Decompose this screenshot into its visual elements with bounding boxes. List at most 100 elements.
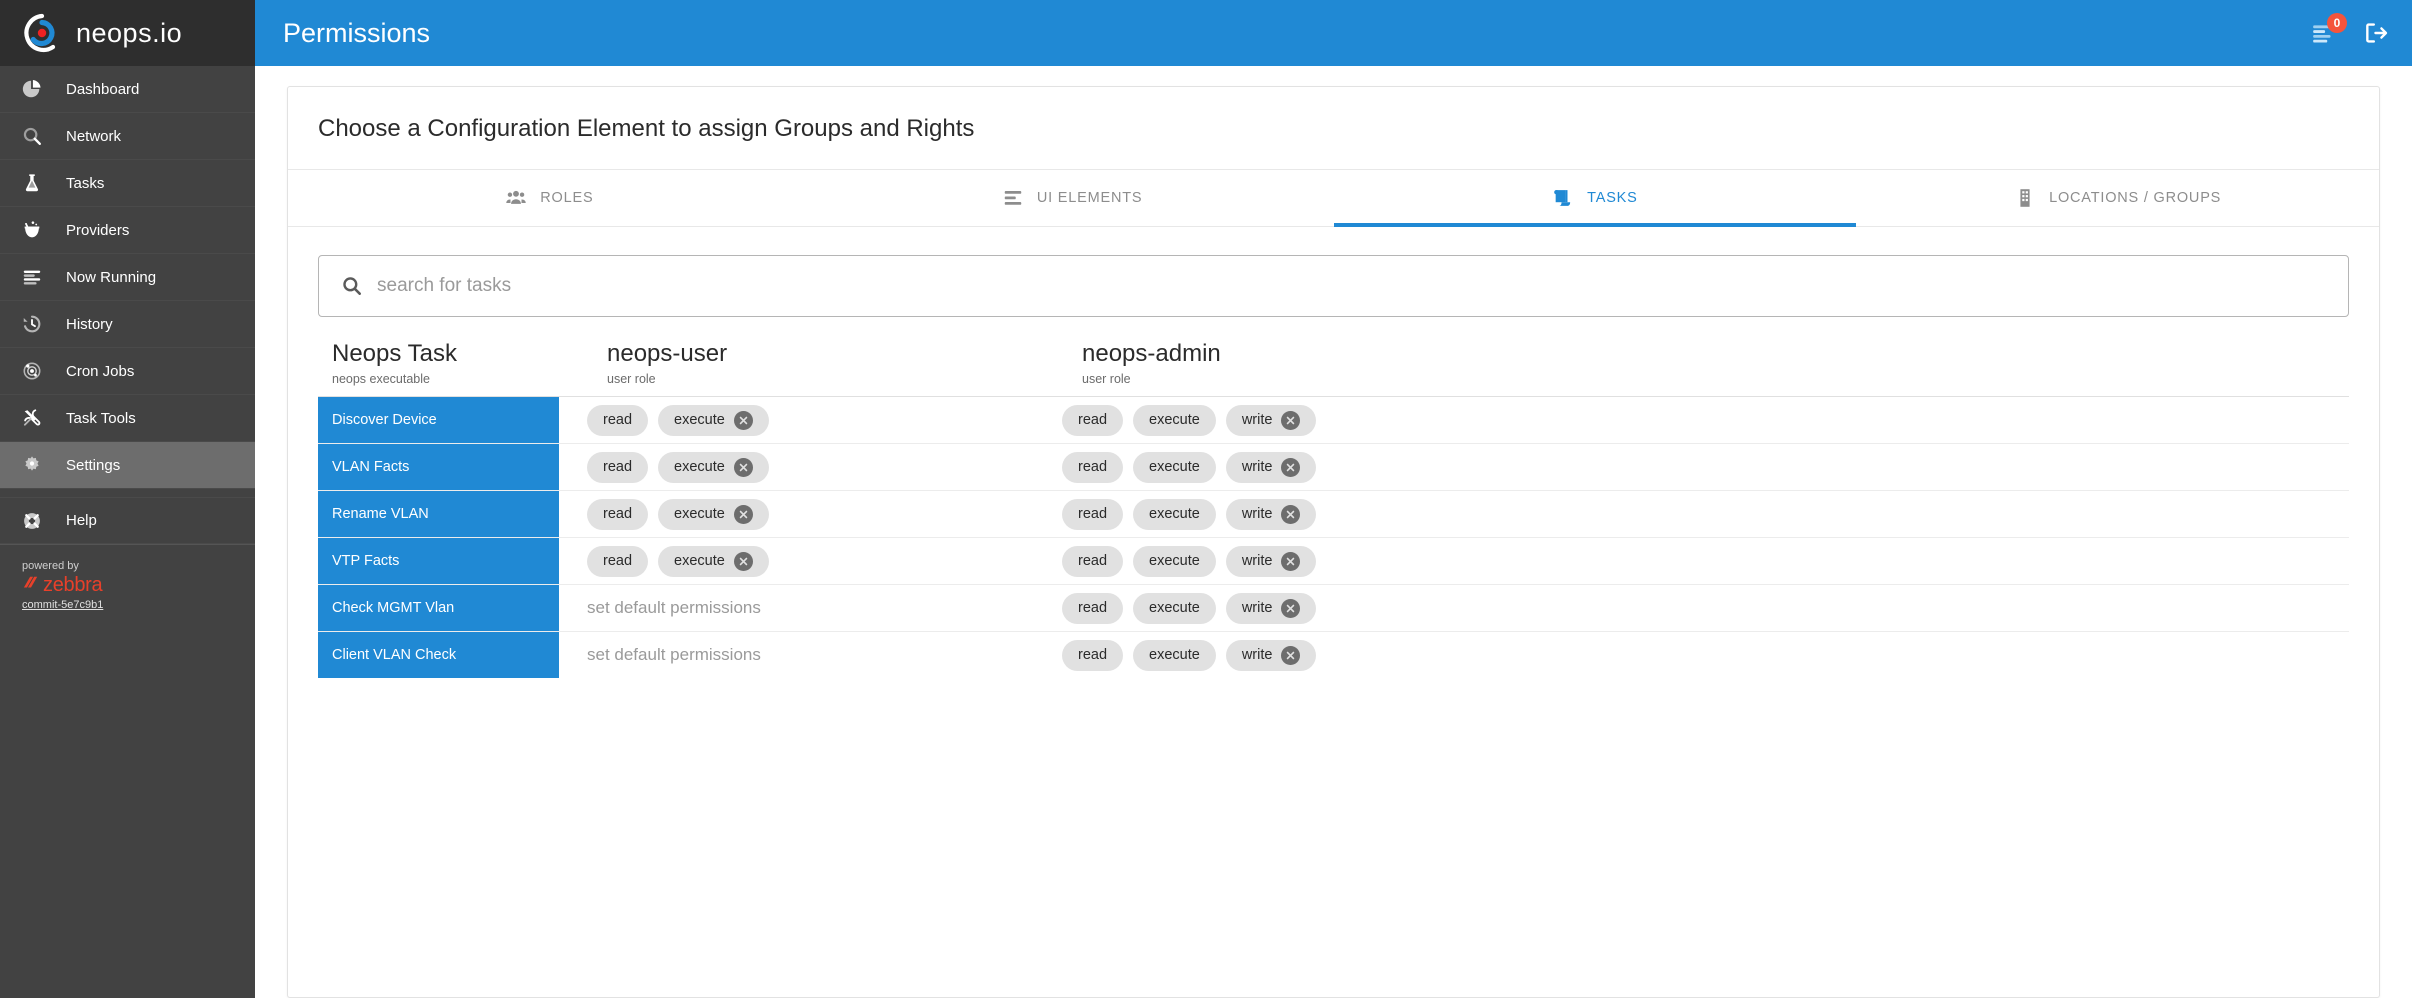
- table-row[interactable]: VTP Facts read execute read execute write: [318, 537, 2349, 584]
- permission-pill[interactable]: read: [1062, 592, 1124, 624]
- logout-icon[interactable]: [2362, 19, 2390, 47]
- powered-by-label: powered by: [22, 560, 79, 572]
- permission-pill[interactable]: execute: [658, 545, 769, 577]
- permission-pill[interactable]: write: [1225, 451, 1317, 483]
- remove-permission-icon[interactable]: [1281, 410, 1301, 430]
- permission-label: read: [1078, 553, 1108, 569]
- sidebar-item-now-running[interactable]: Now Running: [0, 254, 255, 301]
- scroll-icon: [1552, 187, 1574, 209]
- tab-label: ROLES: [540, 190, 594, 206]
- permission-pill[interactable]: read: [587, 545, 649, 577]
- permission-pill[interactable]: execute: [1133, 545, 1216, 577]
- permission-label: execute: [1149, 600, 1200, 616]
- remove-permission-icon[interactable]: [733, 410, 753, 430]
- search-box[interactable]: [318, 255, 2349, 317]
- page-title: Permissions: [283, 17, 431, 48]
- task-name: Discover Device: [332, 412, 437, 428]
- permission-label: read: [1078, 506, 1108, 522]
- commit-link[interactable]: commit-5e7c9b1: [22, 599, 255, 611]
- sidebar-item-cron-jobs[interactable]: Cron Jobs: [0, 348, 255, 395]
- notification-badge: 0: [2327, 13, 2347, 33]
- tab-locations-groups[interactable]: LOCATIONS / GROUPS: [1856, 170, 2379, 226]
- sidebar-item-settings[interactable]: Settings: [0, 442, 255, 489]
- permission-pill[interactable]: write: [1225, 404, 1317, 436]
- gear-icon: [18, 451, 46, 479]
- remove-permission-icon[interactable]: [1281, 457, 1301, 477]
- list-lines-icon: [18, 263, 46, 291]
- task-name-cell[interactable]: VTP Facts: [318, 538, 559, 584]
- tab-label: TASKS: [1587, 190, 1638, 206]
- permission-pill[interactable]: read: [587, 404, 649, 436]
- neops-user-permissions-cell: set default permissions: [559, 632, 1034, 678]
- sidebar-item-network[interactable]: Network: [0, 113, 255, 160]
- search-input[interactable]: [377, 275, 2326, 297]
- search-icon: [18, 122, 46, 150]
- permission-pill[interactable]: read: [1062, 404, 1124, 436]
- sidebar-item-providers[interactable]: Providers: [0, 207, 255, 254]
- permission-label: execute: [674, 459, 725, 475]
- permission-pill[interactable]: write: [1225, 498, 1317, 530]
- remove-permission-icon[interactable]: [1281, 645, 1301, 665]
- sidebar-item-task-tools[interactable]: Task Tools: [0, 395, 255, 442]
- table-row[interactable]: Discover Device read execute read execute wri…: [318, 396, 2349, 443]
- permission-pill[interactable]: execute: [658, 498, 769, 530]
- task-name-cell[interactable]: Discover Device: [318, 397, 559, 443]
- permission-label: read: [1078, 459, 1108, 475]
- sidebar-item-history[interactable]: History: [0, 301, 255, 348]
- column-header-task: Neops Task neops executable: [318, 339, 559, 386]
- table-row[interactable]: VLAN Facts read execute read execute write: [318, 443, 2349, 490]
- sidebar-item-help[interactable]: Help: [0, 497, 255, 544]
- brand-header[interactable]: neops.io: [0, 0, 255, 66]
- column-subtitle: neops executable: [332, 372, 430, 386]
- permission-label: execute: [674, 412, 725, 428]
- task-name-cell[interactable]: Rename VLAN: [318, 491, 559, 537]
- permission-pill[interactable]: write: [1225, 545, 1317, 577]
- permission-label: execute: [674, 553, 725, 569]
- tab-roles[interactable]: ROLES: [288, 170, 811, 226]
- people-group-icon: [505, 187, 527, 209]
- remove-permission-icon[interactable]: [1281, 504, 1301, 524]
- permission-pill[interactable]: execute: [658, 404, 769, 436]
- permission-pill[interactable]: execute: [1133, 498, 1216, 530]
- permission-pill[interactable]: execute: [1133, 639, 1216, 671]
- column-title: Neops Task: [332, 340, 457, 367]
- permissions-card: Choose a Configuration Element to assign…: [287, 86, 2380, 998]
- permission-pill[interactable]: execute: [1133, 404, 1216, 436]
- permission-pill[interactable]: execute: [1133, 451, 1216, 483]
- table-row[interactable]: Client VLAN Check set default permissions…: [318, 631, 2349, 678]
- now-running-list-icon[interactable]: 0: [2310, 13, 2347, 47]
- remove-permission-icon[interactable]: [733, 504, 753, 524]
- permission-pill[interactable]: write: [1225, 592, 1317, 624]
- neops-admin-permissions-cell: read execute write: [1034, 397, 2349, 443]
- remove-permission-icon[interactable]: [1281, 551, 1301, 571]
- task-name-cell[interactable]: Client VLAN Check: [318, 632, 559, 678]
- tab-ui-elements[interactable]: UI ELEMENTS: [811, 170, 1334, 226]
- permission-pill[interactable]: execute: [658, 451, 769, 483]
- permission-pill[interactable]: read: [1062, 545, 1124, 577]
- task-name-cell[interactable]: Check MGMT Vlan: [318, 585, 559, 631]
- remove-permission-icon[interactable]: [1281, 598, 1301, 618]
- table-row[interactable]: Check MGMT Vlan set default permissions re…: [318, 584, 2349, 631]
- empty-permissions-label[interactable]: set default permissions: [587, 645, 761, 665]
- permission-pill[interactable]: write: [1225, 639, 1317, 671]
- task-name: VLAN Facts: [332, 459, 410, 475]
- permission-pill[interactable]: read: [1062, 451, 1124, 483]
- empty-permissions-label[interactable]: set default permissions: [587, 598, 761, 618]
- remove-permission-icon[interactable]: [733, 551, 753, 571]
- permission-pill[interactable]: read: [1062, 639, 1124, 671]
- sidebar-item-dashboard[interactable]: Dashboard: [0, 66, 255, 113]
- zebbra-logo: zebbra: [22, 574, 255, 597]
- sidebar-item-tasks[interactable]: Tasks: [0, 160, 255, 207]
- neops-user-permissions-cell: read execute: [559, 491, 1034, 537]
- table-row[interactable]: Rename VLAN read execute read execute write: [318, 490, 2349, 537]
- task-name-cell[interactable]: VLAN Facts: [318, 444, 559, 490]
- permission-pill[interactable]: read: [1062, 498, 1124, 530]
- permission-pill[interactable]: read: [587, 498, 649, 530]
- tab-tasks[interactable]: TASKS: [1333, 170, 1857, 227]
- tab-label: UI ELEMENTS: [1036, 190, 1143, 206]
- permission-pill[interactable]: execute: [1133, 592, 1216, 624]
- permission-pill[interactable]: read: [587, 451, 649, 483]
- neops-admin-permissions-cell: read execute write: [1034, 632, 2349, 678]
- remove-permission-icon[interactable]: [733, 457, 753, 477]
